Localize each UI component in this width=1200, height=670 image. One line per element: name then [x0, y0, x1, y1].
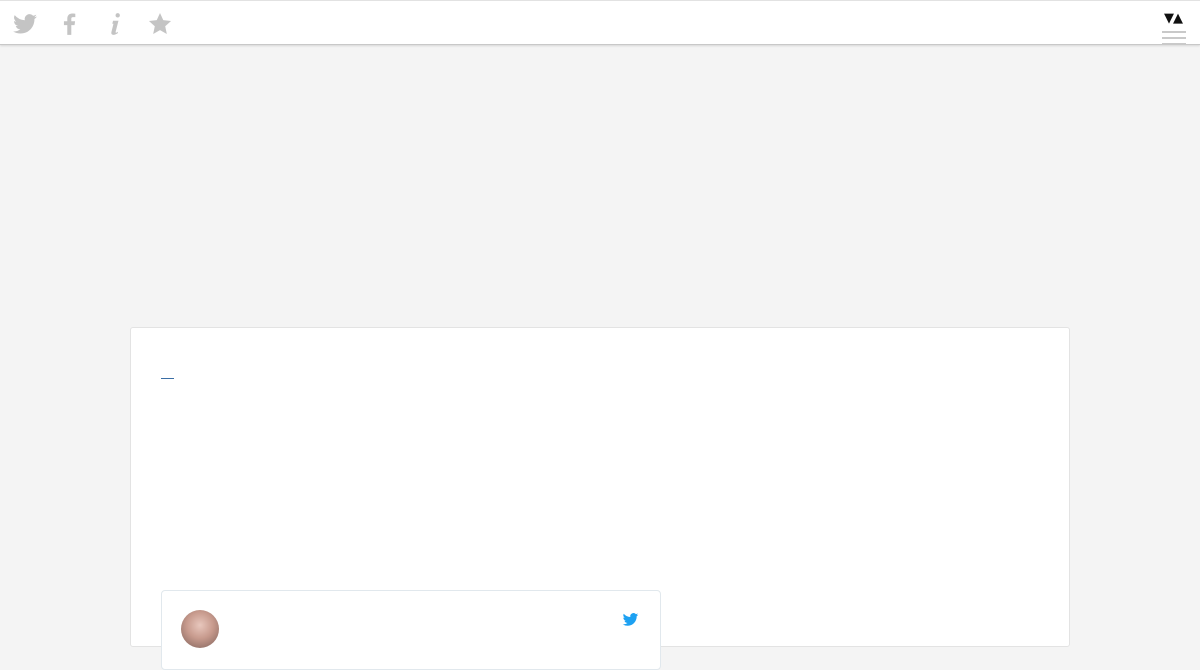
avatar[interactable]: [181, 610, 219, 648]
post-text: [161, 366, 461, 379]
twitter-bird-icon[interactable]: [621, 611, 640, 628]
top-toolbar: ▼▲: [0, 0, 1200, 45]
info-icon[interactable]: [102, 11, 128, 37]
star-icon[interactable]: [147, 11, 173, 37]
post-link[interactable]: [161, 372, 174, 379]
post-card: [130, 327, 1070, 670]
hamburger-menu-icon[interactable]: [1162, 31, 1186, 47]
twitter-icon[interactable]: [12, 11, 38, 37]
sort-toggle[interactable]: ▼▲: [1164, 11, 1183, 26]
facebook-icon[interactable]: [57, 11, 83, 37]
embedded-tweet[interactable]: [161, 590, 661, 670]
